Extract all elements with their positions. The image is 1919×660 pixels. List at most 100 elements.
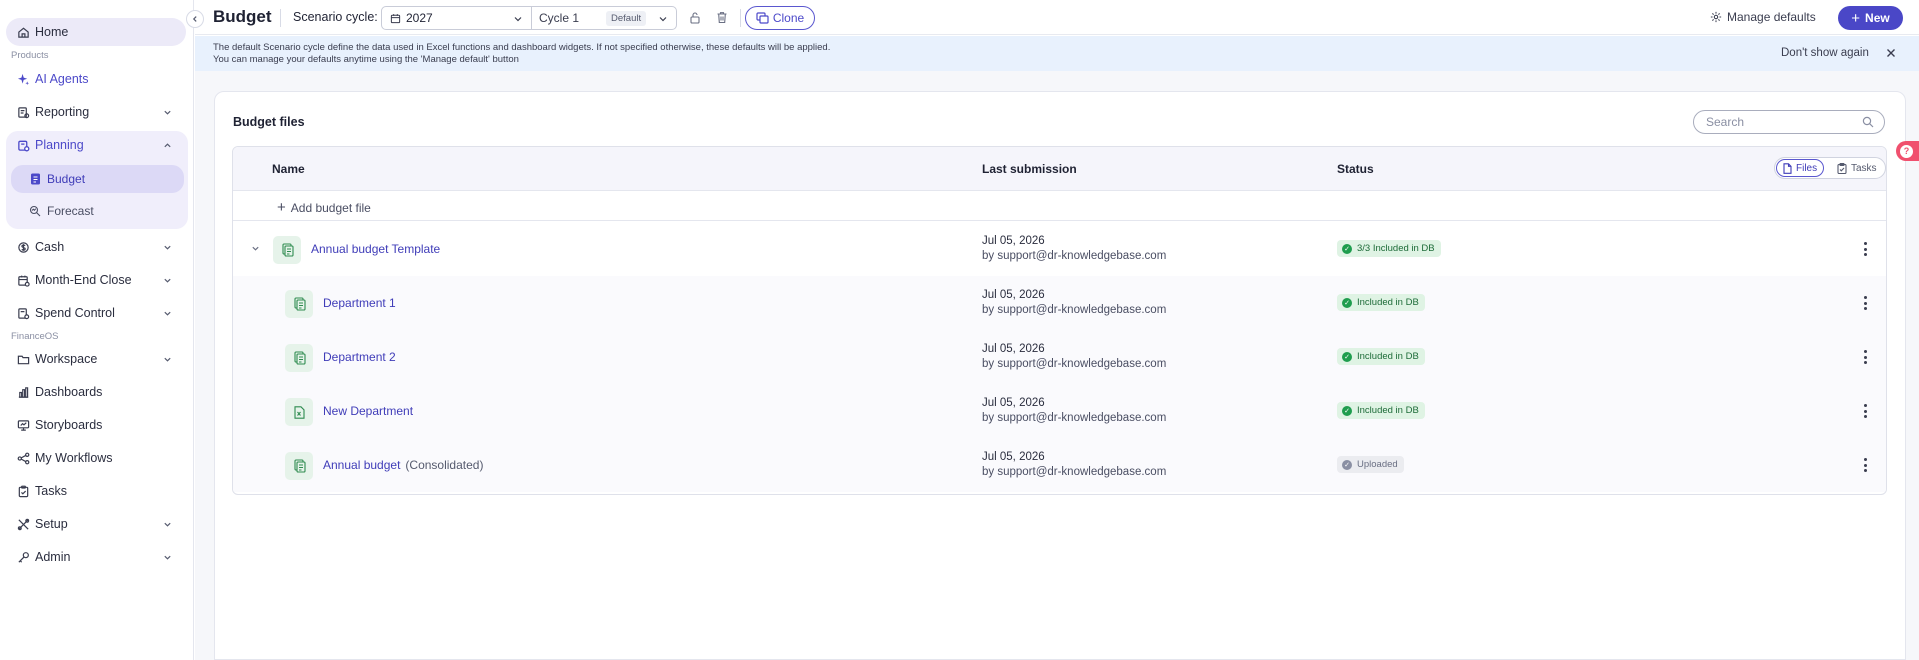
table-row[interactable]: Department 1 Jul 05, 2026 by support@dr-… <box>233 276 1886 330</box>
presentation-icon <box>16 418 30 432</box>
sidebar-item-label: Forecast <box>47 204 94 218</box>
help-button[interactable]: ? <box>1896 141 1919 161</box>
plus-icon: + <box>277 199 286 216</box>
sidebar-item-label: Setup <box>35 517 68 531</box>
sidebar-item-label: Budget <box>47 172 86 186</box>
chevron-down-icon[interactable] <box>251 242 260 256</box>
copy-icon <box>756 12 769 24</box>
sidebar-collapse-button[interactable] <box>186 10 204 28</box>
sidebar-item-label: Admin <box>35 550 71 564</box>
sidebar-item-admin[interactable]: Admin <box>6 543 186 571</box>
table-row[interactable]: Department 2 Jul 05, 2026 by support@dr-… <box>233 330 1886 384</box>
table-row[interactable]: Annual budget Template Jul 05, 2026 by s… <box>233 222 1886 276</box>
trash-icon <box>717 11 727 23</box>
dont-show-again-link[interactable]: Don't show again <box>1781 47 1869 59</box>
sidebar-item-label: Dashboards <box>35 385 103 399</box>
question-icon: ? <box>1900 144 1913 158</box>
delete-button[interactable] <box>714 9 730 25</box>
sidebar-item-home[interactable]: Home <box>6 18 186 46</box>
search-input[interactable]: Search <box>1693 110 1885 134</box>
file-name-link[interactable]: Annual budget (Consolidated) <box>323 458 483 472</box>
chevron-down-icon <box>163 551 172 565</box>
sidebar-item-setup[interactable]: Setup <box>6 510 186 538</box>
sidebar-item-ai-agents[interactable]: AI Agents <box>6 65 186 93</box>
search-placeholder: Search <box>1706 115 1745 129</box>
chevron-up-icon <box>163 139 172 153</box>
add-budget-file-button[interactable]: + Add budget file <box>277 199 371 216</box>
budget-icon <box>29 173 41 185</box>
year-select[interactable]: 2027 <box>381 6 532 30</box>
column-header-status[interactable]: Status <box>1337 162 1374 176</box>
sidebar-item-my-workflows[interactable]: My Workflows <box>6 444 186 472</box>
table-row[interactable]: New Department Jul 05, 2026 by support@d… <box>233 384 1886 438</box>
check-circle-icon: ✓ <box>1342 405 1352 416</box>
sidebar-item-label: Month-End Close <box>35 273 132 287</box>
clipboard-icon <box>1837 162 1847 174</box>
unlock-button[interactable] <box>687 9 703 25</box>
sidebar-item-month-end-close[interactable]: Month-End Close <box>6 266 186 294</box>
consolidated-label: (Consolidated) <box>405 458 484 472</box>
sidebar-item-cash[interactable]: Cash <box>6 233 186 261</box>
sidebar-item-workspace[interactable]: Workspace <box>6 345 186 373</box>
check-circle-icon: ✓ <box>1342 243 1352 254</box>
budget-files-card: Budget files Search Name Last submission… <box>214 91 1906 660</box>
file-name-link[interactable]: Department 2 <box>323 350 396 364</box>
tasks-toggle[interactable]: Tasks <box>1831 159 1883 177</box>
planning-icon <box>16 138 30 152</box>
sidebar-item-tasks[interactable]: Tasks <box>6 477 186 505</box>
file-name-link[interactable]: Department 1 <box>323 296 396 310</box>
file-name-link[interactable]: Annual budget Template <box>311 242 440 256</box>
submission-by: by support@dr-knowledgebase.com <box>982 358 1167 370</box>
add-budget-file-label: Add budget file <box>290 200 371 215</box>
sidebar-item-label: Tasks <box>35 484 67 498</box>
column-header-name[interactable]: Name <box>272 162 305 176</box>
cycle-select[interactable]: Cycle 1 Default <box>531 6 677 30</box>
manage-defaults-button[interactable]: Manage defaults <box>1710 10 1816 24</box>
files-toggle[interactable]: Files <box>1776 159 1825 177</box>
sidebar-item-label: Reporting <box>35 105 90 119</box>
sidebar-item-storyboards[interactable]: Storyboards <box>6 411 186 439</box>
chevron-down-icon <box>513 13 523 27</box>
sidebar-item-spend-control[interactable]: Spend Control <box>6 299 186 327</box>
sidebar-subitem-budget[interactable]: Budget <box>11 165 184 193</box>
spreadsheet-icon <box>285 452 313 480</box>
table-row[interactable]: Annual budget (Consolidated) Jul 05, 2026… <box>233 438 1886 492</box>
sidebar-item-label: Storyboards <box>35 418 103 432</box>
new-button[interactable]: + New <box>1838 6 1903 30</box>
clone-button[interactable]: Clone <box>745 6 815 30</box>
submission-date: Jul 05, 2026 <box>982 397 1045 409</box>
more-options-button[interactable] <box>1860 348 1870 366</box>
tools-icon <box>16 517 30 531</box>
default-badge: Default <box>606 11 647 26</box>
more-options-button[interactable] <box>1860 294 1870 312</box>
sidebar-item-dashboards[interactable]: Dashboards <box>6 378 186 406</box>
more-options-button[interactable] <box>1860 240 1870 258</box>
sidebar-item-planning[interactable]: Planning <box>6 131 186 159</box>
sidebar-subitem-forecast[interactable]: Forecast <box>11 197 184 225</box>
file-name-link[interactable]: New Department <box>323 404 413 418</box>
home-icon <box>16 25 30 39</box>
budget-files-table: Name Last submission Status Files Tasks … <box>232 146 1887 495</box>
more-options-button[interactable] <box>1860 456 1870 474</box>
sidebar-item-label: AI Agents <box>35 72 89 86</box>
status-badge: ✓ Included in DB <box>1337 402 1425 419</box>
banner-close-button[interactable] <box>1886 47 1896 61</box>
sparkle-icon <box>16 72 30 86</box>
column-header-last-submission[interactable]: Last submission <box>982 162 1077 176</box>
info-banner: The default Scenario cycle define the da… <box>195 36 1919 71</box>
chevron-down-icon <box>163 518 172 532</box>
check-circle-icon: ✓ <box>1342 351 1352 362</box>
last-submission: Jul 05, 2026 by support@dr-knowledgebase… <box>982 396 1166 426</box>
report-icon <box>16 105 30 119</box>
more-options-button[interactable] <box>1860 402 1870 420</box>
submission-by: by support@dr-knowledgebase.com <box>982 466 1167 478</box>
close-icon <box>1887 49 1895 57</box>
check-circle-icon: ✓ <box>1342 459 1352 470</box>
view-toggle: Files Tasks <box>1774 157 1886 179</box>
sidebar-item-reporting[interactable]: Reporting <box>6 98 186 126</box>
sidebar-item-label: Workspace <box>35 352 98 366</box>
submission-date: Jul 05, 2026 <box>982 343 1045 355</box>
check-circle-icon: ✓ <box>1342 297 1352 308</box>
clipboard-icon <box>16 484 30 498</box>
page-title: Budget <box>213 7 272 26</box>
